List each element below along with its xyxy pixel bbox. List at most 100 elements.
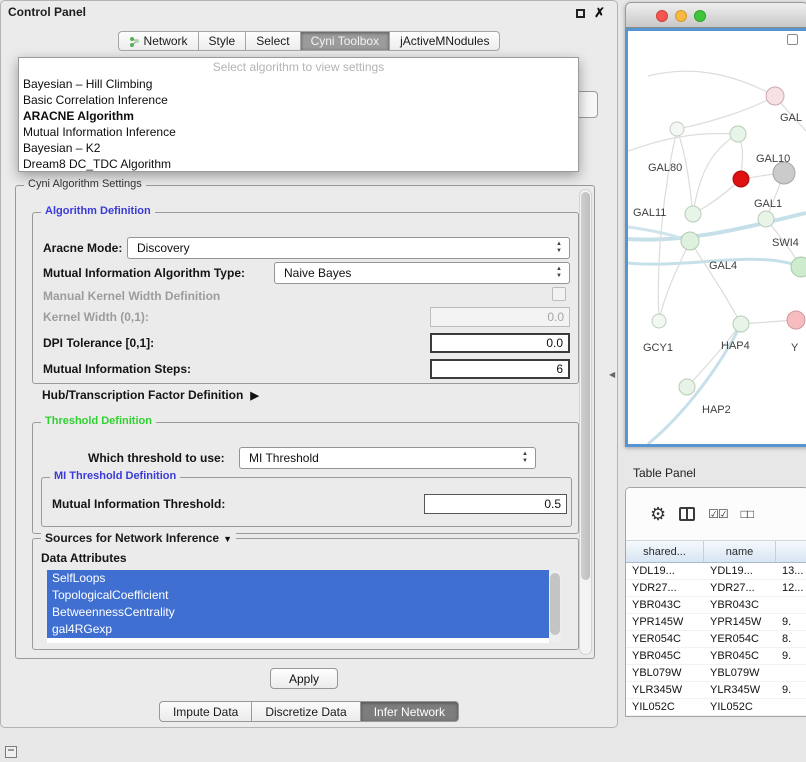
algorithm-option[interactable]: Dream8 DC_TDC Algorithm xyxy=(19,156,578,172)
panel-collapse-arrow-icon[interactable] xyxy=(609,366,615,380)
algorithm-option[interactable]: Bayesian – Hill Climbing xyxy=(19,76,578,92)
network-node[interactable] xyxy=(652,314,666,328)
deselect-all-icon[interactable] xyxy=(741,507,754,521)
table-row[interactable]: YDL19...YDL19...13... xyxy=(626,563,806,580)
tab-network[interactable]: Network xyxy=(118,31,198,51)
scrollbar-thumb[interactable] xyxy=(581,192,590,580)
mi-type-value: Naive Bayes xyxy=(284,266,351,280)
algorithm-popup-list: Bayesian – Hill ClimbingBasic Correlatio… xyxy=(19,76,578,172)
network-edge[interactable] xyxy=(659,241,690,321)
attribute-item[interactable]: BetweennessCentrality xyxy=(47,604,549,621)
network-node[interactable] xyxy=(791,257,806,277)
scrollbar-thumb[interactable] xyxy=(550,573,560,635)
tab-infer-network[interactable]: Infer Network xyxy=(360,701,459,722)
table-cell: 13... xyxy=(776,563,806,579)
network-node[interactable] xyxy=(787,311,805,329)
apply-button[interactable]: Apply xyxy=(270,668,338,689)
table-cell: 12... xyxy=(776,580,806,596)
which-threshold-select[interactable]: MI Threshold xyxy=(239,447,536,469)
table-cell xyxy=(776,665,806,681)
column-header-name[interactable]: name xyxy=(704,541,776,562)
table-cell: YBR043C xyxy=(626,597,704,613)
table-cell: 9. xyxy=(776,614,806,630)
algorithm-option[interactable]: ARACNE Algorithm xyxy=(19,108,578,124)
close-icon[interactable] xyxy=(594,6,605,20)
algorithm-option[interactable]: Bayesian – K2 xyxy=(19,140,578,156)
select-all-icon[interactable] xyxy=(708,507,728,521)
table-cell: YBL079W xyxy=(704,665,776,681)
kernel-width-label: Kernel Width (0,1): xyxy=(43,310,149,324)
window-zoom-button[interactable] xyxy=(694,10,706,22)
network-edge[interactable] xyxy=(693,134,738,214)
algorithm-option[interactable]: Basic Correlation Inference xyxy=(19,92,578,108)
network-node[interactable] xyxy=(733,171,749,187)
table-cell: YER054C xyxy=(626,631,704,647)
table-cell: YBL079W xyxy=(626,665,704,681)
network-canvas[interactable]: GALGAL80GAL10GAL11GAL1SWI4GAL4GCY1HAP4YH… xyxy=(625,28,806,447)
network-edge[interactable] xyxy=(687,324,741,387)
window-close-button[interactable] xyxy=(656,10,668,22)
attribute-item[interactable]: SelfLoops xyxy=(47,570,549,587)
table-row[interactable]: YBR045CYBR045C9. xyxy=(626,648,806,665)
network-node[interactable] xyxy=(733,316,749,332)
mi-threshold-input[interactable] xyxy=(424,494,567,514)
tab-impute-data[interactable]: Impute Data xyxy=(159,701,251,722)
table-row[interactable]: YLR345WYLR345W9. xyxy=(626,682,806,699)
table-row[interactable]: YIL052CYIL052C xyxy=(626,699,806,716)
float-window-icon[interactable] xyxy=(576,9,585,18)
sources-section-title[interactable]: Sources for Network Inference xyxy=(41,531,236,545)
table-row[interactable]: YER054CYER054C8. xyxy=(626,631,806,648)
birdseye-toggle-icon[interactable] xyxy=(787,34,798,45)
panel-grid-icon[interactable] xyxy=(5,746,17,758)
dpi-tolerance-input[interactable] xyxy=(430,333,570,353)
hub-section-toggle[interactable]: Hub/Transcription Factor Definition xyxy=(42,388,259,402)
tab-cyni-toolbox[interactable]: Cyni Toolbox xyxy=(300,31,389,51)
table-row[interactable]: YBR043CYBR043C xyxy=(626,597,806,614)
aracne-mode-select[interactable]: Discovery xyxy=(127,237,570,259)
tab-style[interactable]: Style xyxy=(198,31,246,51)
table-row[interactable]: YBL079WYBL079W xyxy=(626,665,806,682)
attribute-item[interactable]: TopologicalCoefficient xyxy=(47,587,549,604)
kernel-width-input[interactable] xyxy=(430,307,570,327)
column-header-extra[interactable] xyxy=(776,541,806,562)
network-node[interactable] xyxy=(758,211,774,227)
table-cell: YIL052C xyxy=(626,699,704,715)
mi-steps-input[interactable] xyxy=(430,359,570,379)
network-view-window: GALGAL80GAL10GAL11GAL1SWI4GAL4GCY1HAP4YH… xyxy=(625,2,806,447)
network-node[interactable] xyxy=(681,232,699,250)
combo-arrows-icon xyxy=(553,266,565,280)
network-node[interactable] xyxy=(730,126,746,142)
network-node[interactable] xyxy=(766,87,784,105)
network-node[interactable] xyxy=(670,122,684,136)
settings-scrollbar[interactable] xyxy=(579,189,592,655)
table-row[interactable]: YDR27...YDR27...12... xyxy=(626,580,806,597)
table-cell: YIL052C xyxy=(704,699,776,715)
attributes-scrollbar[interactable] xyxy=(549,570,561,643)
gear-icon[interactable] xyxy=(650,505,666,523)
network-edge[interactable] xyxy=(690,241,741,324)
table-cell: YLR345W xyxy=(704,682,776,698)
data-attributes-list[interactable]: SelfLoopsTopologicalCoefficientBetweenne… xyxy=(47,570,549,643)
table-row[interactable]: YPR145WYPR145W9. xyxy=(626,614,806,631)
network-edge[interactable] xyxy=(648,71,775,96)
attribute-item[interactable]: gal4RGexp xyxy=(47,621,549,638)
tab-label: Discretize Data xyxy=(265,705,346,719)
tab-jactivemodules[interactable]: jActiveMNodules xyxy=(389,31,500,51)
table-body: YDL19...YDL19...13...YDR27...YDR27...12.… xyxy=(626,563,806,716)
algorithm-option[interactable]: Mutual Information Inference xyxy=(19,124,578,140)
table-cell: YBR045C xyxy=(626,648,704,664)
network-node[interactable] xyxy=(773,162,795,184)
node-label: HAP4 xyxy=(721,340,750,352)
window-minimize-button[interactable] xyxy=(675,10,687,22)
column-chooser-icon[interactable] xyxy=(679,507,695,521)
network-edge[interactable] xyxy=(677,96,775,129)
column-header-shared-name[interactable]: shared... xyxy=(626,541,704,562)
node-label: GAL4 xyxy=(709,260,737,272)
tab-select[interactable]: Select xyxy=(245,31,299,51)
network-node[interactable] xyxy=(679,379,695,395)
table-cell: YPR145W xyxy=(704,614,776,630)
manual-kernel-checkbox[interactable] xyxy=(552,287,566,301)
tab-discretize-data[interactable]: Discretize Data xyxy=(251,701,359,722)
mi-type-select[interactable]: Naive Bayes xyxy=(274,262,570,284)
network-node[interactable] xyxy=(685,206,701,222)
